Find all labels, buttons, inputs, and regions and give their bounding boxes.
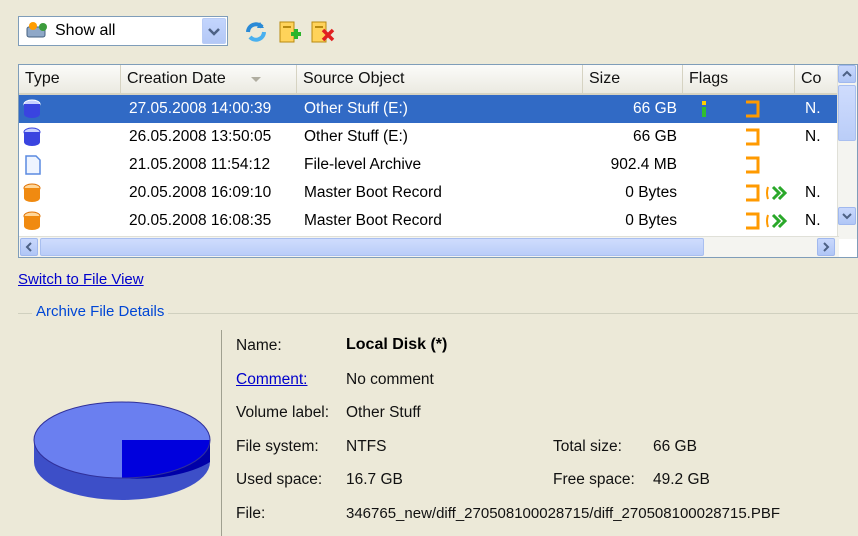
used-space-value: 16.7 GB bbox=[346, 471, 403, 488]
cell-size: 66 GB bbox=[633, 100, 677, 117]
free-space-label: Free space: bbox=[553, 471, 635, 488]
horizontal-scroll-thumb[interactable] bbox=[40, 238, 704, 256]
group-title: Archive File Details bbox=[32, 303, 169, 320]
free-space-value: 49.2 GB bbox=[653, 471, 710, 488]
filter-dropdown[interactable]: Show all bbox=[18, 16, 228, 46]
file-label: File: bbox=[236, 505, 266, 522]
list-row[interactable]: 20.05.2008 16:09:10 Master Boot Record 0… bbox=[19, 179, 839, 207]
cell-comment: N. bbox=[805, 100, 821, 117]
column-flags[interactable]: Flags bbox=[683, 65, 795, 93]
file-path-value: 346765_new/diff_270508100028715/diff_270… bbox=[346, 505, 781, 522]
total-size-value: 66 GB bbox=[653, 438, 697, 455]
cell-comment: N. bbox=[805, 128, 821, 145]
volume-value: Other Stuff bbox=[346, 404, 421, 421]
list-row[interactable]: 26.05.2008 13:50:05 Other Stuff (E:) 66 … bbox=[19, 123, 839, 151]
list-row[interactable]: 20.05.2008 16:08:35 Master Boot Record 0… bbox=[19, 207, 839, 235]
scroll-left-button[interactable] bbox=[20, 238, 38, 256]
switch-to-file-view-link[interactable]: Switch to File View bbox=[18, 271, 144, 288]
column-type[interactable]: Type bbox=[19, 65, 121, 93]
cell-source: Other Stuff (E:) bbox=[304, 128, 408, 145]
horizontal-scrollbar[interactable] bbox=[19, 236, 839, 257]
scroll-down-button[interactable] bbox=[838, 207, 856, 225]
cell-date: 20.05.2008 16:08:35 bbox=[129, 212, 272, 229]
delete-archive-icon[interactable] bbox=[308, 18, 336, 46]
cell-size: 0 Bytes bbox=[625, 212, 677, 229]
cell-source: Master Boot Record bbox=[304, 184, 442, 201]
network-drive-icon bbox=[25, 21, 51, 46]
cell-date: 20.05.2008 16:09:10 bbox=[129, 184, 272, 201]
cell-size: 66 GB bbox=[633, 128, 677, 145]
comment-value: No comment bbox=[346, 371, 434, 388]
column-size[interactable]: Size bbox=[583, 65, 683, 93]
used-space-label: Used space: bbox=[236, 471, 323, 488]
file-system-label: File system: bbox=[236, 438, 319, 455]
volume-label: Volume label: bbox=[236, 404, 330, 421]
chevron-down-icon[interactable] bbox=[202, 18, 226, 44]
list-header: Type Creation Date Source Object Size Fl… bbox=[19, 65, 839, 95]
name-label: Name: bbox=[236, 337, 282, 354]
cell-size: 0 Bytes bbox=[625, 184, 677, 201]
details-separator bbox=[221, 330, 222, 536]
comment-link[interactable]: Comment: bbox=[236, 371, 308, 389]
cell-date: 21.05.2008 11:54:12 bbox=[129, 156, 271, 173]
file-system-value: NTFS bbox=[346, 438, 387, 455]
column-creation-date-label: Creation Date bbox=[127, 70, 226, 87]
name-value: Local Disk (*) bbox=[346, 336, 448, 353]
total-size-label: Total size: bbox=[553, 438, 622, 455]
vertical-scroll-thumb[interactable] bbox=[838, 85, 856, 141]
cell-source: Other Stuff (E:) bbox=[304, 100, 408, 117]
add-archive-icon[interactable] bbox=[276, 18, 304, 46]
refresh-icon[interactable] bbox=[242, 18, 270, 46]
cell-comment: N. bbox=[805, 184, 821, 201]
cell-source: File-level Archive bbox=[304, 156, 422, 173]
column-source-object[interactable]: Source Object bbox=[297, 65, 583, 93]
cell-date: 26.05.2008 13:50:05 bbox=[129, 128, 272, 145]
scroll-up-button[interactable] bbox=[838, 65, 856, 83]
cell-size: 902.4 MB bbox=[610, 156, 677, 173]
disk-usage-pie bbox=[30, 392, 215, 512]
cell-date: 27.05.2008 14:00:39 bbox=[129, 100, 272, 117]
archive-list[interactable]: Type Creation Date Source Object Size Fl… bbox=[18, 64, 858, 258]
cell-source: Master Boot Record bbox=[304, 212, 442, 229]
list-row[interactable]: 21.05.2008 11:54:12 File-level Archive 9… bbox=[19, 151, 839, 179]
vertical-scrollbar[interactable] bbox=[837, 65, 857, 239]
filter-value: Show all bbox=[55, 22, 116, 39]
column-creation-date[interactable]: Creation Date bbox=[121, 65, 297, 93]
cell-comment: N. bbox=[805, 212, 821, 229]
scroll-right-button[interactable] bbox=[817, 238, 835, 256]
list-row[interactable]: 27.05.2008 14:00:39 Other Stuff (E:) 66 … bbox=[19, 95, 839, 123]
